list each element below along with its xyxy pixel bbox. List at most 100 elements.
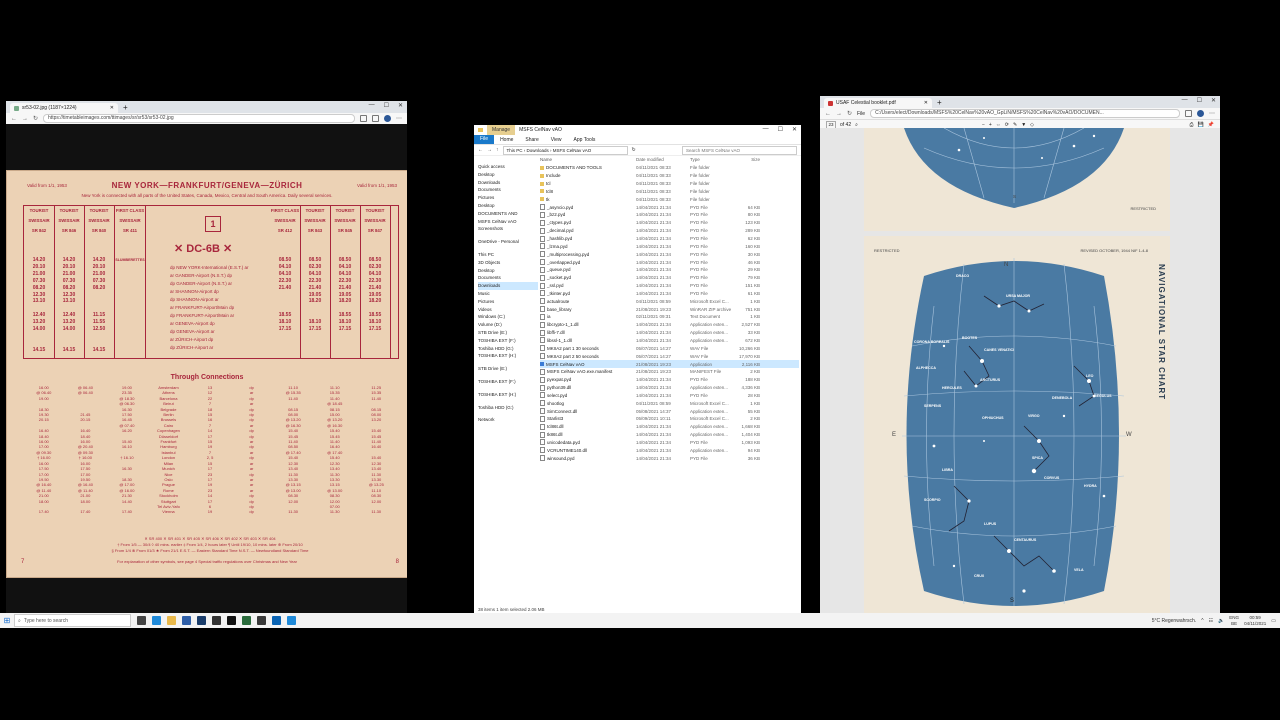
nav-item[interactable]: STB Drive (E:) [478,329,538,337]
file-row[interactable]: shootlog 04/11/2021 08:59 Microsoft Excel … [540,399,799,407]
forward-icon[interactable]: → [836,111,842,117]
maximize-icon[interactable]: ☐ [384,102,389,109]
volume-icon[interactable]: 🔈 [1218,618,1224,624]
back-icon[interactable]: ← [825,111,831,117]
file-row[interactable]: _ctypes.pyd 14/04/2021 21:34 PYD File 123 K… [540,219,799,227]
file-row[interactable]: Include 04/11/2021 08:33 File folder [540,172,799,180]
nav-item[interactable]: Desktop [478,202,538,210]
maximize-icon[interactable]: ☐ [1197,97,1202,104]
app-icon[interactable] [212,616,221,625]
file-row[interactable]: python39.dll 14/04/2021 21:34 Application … [540,384,799,392]
file-row[interactable]: tk 04/11/2021 08:33 File folder [540,195,799,203]
ribbon-tab[interactable]: View [545,137,568,143]
chevron-up-icon[interactable]: ^ [1201,618,1203,624]
refresh-icon[interactable]: ↻ [33,115,38,122]
notification-icon[interactable]: ▭ [1271,618,1276,624]
file-row[interactable]: _lzma.pyd 14/04/2021 21:34 PYD File 160 KB [540,242,799,250]
app-icon[interactable] [242,616,251,625]
language-indicator[interactable]: ENG BE [1229,615,1239,626]
search-icon[interactable]: ⌕ [855,122,858,128]
start-icon[interactable]: ⊞ [0,616,14,625]
file-row[interactable]: _ssl.pyd 14/04/2021 21:34 PYD File 151 KB [540,282,799,290]
nav-item[interactable]: Desktop [478,267,538,275]
nav-item[interactable]: Documents [478,186,538,194]
nav-item[interactable]: Music [478,290,538,298]
column-header[interactable]: Name [540,157,636,162]
file-row[interactable]: tcl8 04/11/2021 08:33 File folder [540,188,799,196]
zoom-in-icon[interactable]: + [989,122,992,128]
file-row[interactable]: VCRUNTIME140.dll 14/04/2021 21:34 Applicat… [540,446,799,454]
column-header[interactable]: Type [690,157,736,162]
path-input[interactable]: This PC › Downloads › MSFS CelNav vAO [502,145,628,155]
highlight-icon[interactable]: ▼ [1021,122,1026,128]
network-icon[interactable]: ☷ [1209,618,1213,624]
nav-item[interactable]: DOCUMENTS AND [478,210,538,218]
browser-tab[interactable]: USAF Celestial booklet.pdf ✕ [824,98,932,108]
file-row[interactable]: _bz2.pyd 14/04/2021 21:34 PYD File 80 KB [540,211,799,219]
weather-widget[interactable]: 5°C Regenwahrsch. [1152,618,1197,624]
nav-item[interactable]: Windows (C:) [478,313,538,321]
back-icon[interactable]: ← [11,116,17,122]
forward-icon[interactable]: → [22,116,28,122]
file-row[interactable]: MSFS CelNav vAO.exe.manifest 21/08/2021 1… [540,368,799,376]
nav-item[interactable]: Toshiba HDD (G:) [478,404,538,412]
close-icon[interactable]: ✕ [792,126,797,133]
nav-item[interactable]: TOSHIBA EXT (F:) [478,378,538,386]
store-icon[interactable] [182,616,191,625]
new-tab-button[interactable]: + [932,98,947,108]
file-row[interactable]: _tkinter.pyd 14/04/2021 21:34 PYD File 61 K… [540,290,799,298]
edge-icon[interactable] [152,616,161,625]
profile-avatar[interactable] [384,115,391,122]
file-row[interactable]: _overlapped.pyd 14/04/2021 21:34 PYD File 4… [540,258,799,266]
nav-item[interactable]: Volume (D:) [478,321,538,329]
app-icon[interactable] [257,616,266,625]
pin-icon[interactable]: 📌 [1208,122,1214,128]
refresh-icon[interactable]: ↻ [632,147,636,153]
nav-item[interactable]: Pictures [478,194,538,202]
close-tab-icon[interactable]: ✕ [924,100,928,106]
app-icon[interactable] [287,616,296,625]
minimize-icon[interactable]: — [1182,97,1188,104]
file-row[interactable]: winsound.pyd 14/04/2021 21:34 PYD File 36 K… [540,454,799,462]
ribbon-tab[interactable]: Home [494,137,519,143]
nav-item[interactable]: Downloads [478,179,538,187]
task-view-icon[interactable] [137,616,146,625]
up-icon[interactable]: ↑ [496,147,499,153]
file-row[interactable]: base_library 21/08/2021 19:23 WinRAR ZIP a… [540,305,799,313]
nav-item[interactable]: This PC [478,251,538,259]
file-row[interactable]: MKIIA2 part 1 30 seconds 05/07/2021 14:27… [540,344,799,352]
file-row[interactable]: _socket.pyd 14/04/2021 21:34 PYD File 79 KB [540,274,799,282]
forward-icon[interactable]: → [487,147,492,153]
nav-item[interactable]: Network [478,416,538,424]
print-icon[interactable]: ⎙ [1190,122,1194,128]
file-row[interactable]: MKIIA2 part 2 50 seconds 05/07/2021 14:27… [540,352,799,360]
file-row[interactable]: _asyncio.pyd 14/04/2021 21:34 PYD File 64 K… [540,203,799,211]
taskbar-search[interactable]: ⌕ Type here to search [14,614,131,627]
file-row[interactable]: libcrypto-1_1.dll 14/04/2021 21:34 Applica… [540,321,799,329]
close-tab-icon[interactable]: ✕ [110,105,114,111]
file-row[interactable]: pyexpat.pyd 14/04/2021 21:34 PYD File 188 K… [540,376,799,384]
url-input[interactable]: C:/Users/elect/Downloads/MSFS%20CelNav%2… [870,109,1180,118]
nav-item[interactable]: Screenshots [478,225,538,233]
favorites-icon[interactable] [1185,110,1192,117]
nav-item[interactable]: Documents [478,274,538,282]
file-row[interactable]: _queue.pyd 14/04/2021 21:34 PYD File 29 KB [540,266,799,274]
rotate-icon[interactable]: ⟳ [1005,122,1009,128]
close-icon[interactable]: ✕ [1211,97,1216,104]
new-tab-button[interactable]: + [118,103,133,113]
app-icon[interactable] [227,616,236,625]
browser-tab[interactable]: sr53-02.jpg (1187×1224) ✕ [10,103,118,113]
nav-item[interactable]: Downloads [478,282,538,290]
app-icon[interactable] [272,616,281,625]
file-row[interactable]: SimConnect.dll 05/08/2021 14:37 Applicatio… [540,407,799,415]
nav-item[interactable]: TOSHIBA EXT (H:) [478,352,538,360]
file-row[interactable]: _hashlib.pyd 14/04/2021 21:34 PYD File 62 K… [540,235,799,243]
favorites-icon[interactable] [360,115,367,122]
save-icon[interactable]: 💾 [1198,122,1204,128]
more-icon[interactable]: ⋯ [396,115,402,122]
refresh-icon[interactable]: ↻ [847,110,852,117]
collections-icon[interactable] [372,115,379,122]
file-row[interactable]: _multiprocessing.pyd 14/04/2021 21:34 PYD … [540,250,799,258]
minimize-icon[interactable]: — [369,102,375,109]
nav-item[interactable]: TOSHIBA EXT (F:) [478,337,538,345]
